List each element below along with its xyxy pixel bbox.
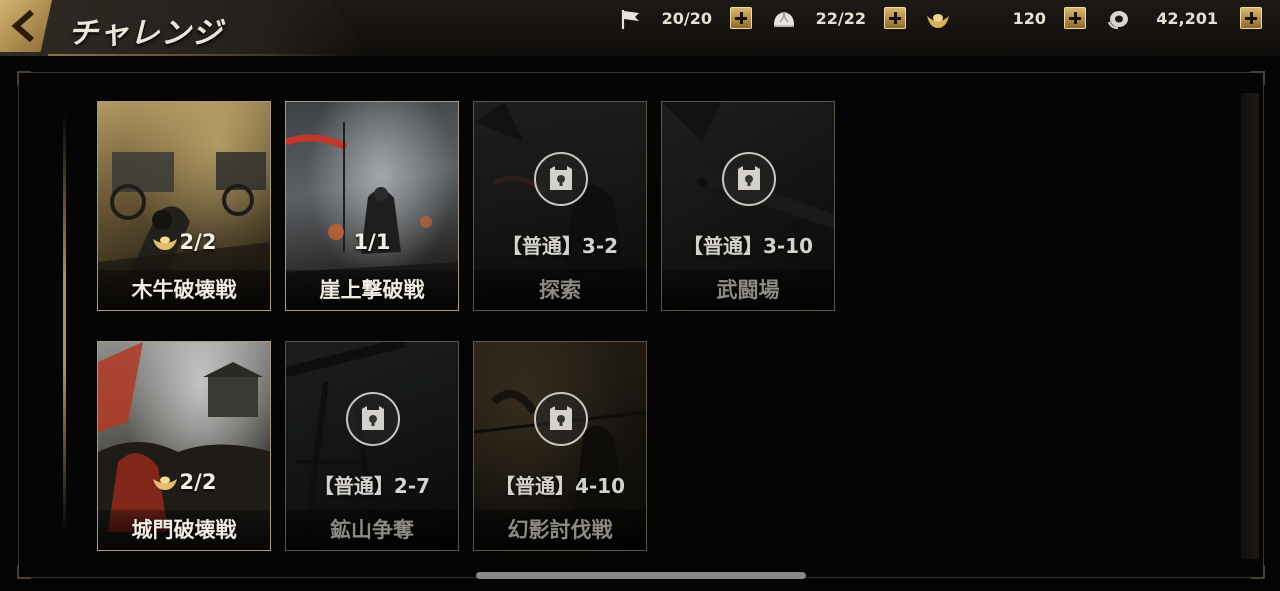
add-gold-button[interactable]: [1064, 7, 1086, 29]
gold-ingot-icon: [152, 236, 177, 250]
card-title: 崖上撃破戦: [319, 278, 425, 302]
lock-badge: [534, 152, 588, 206]
lock-icon: [550, 166, 572, 190]
card-title: 城門破壊戦: [131, 518, 237, 542]
silver-coin-icon: [1108, 11, 1128, 29]
lock-icon: [550, 406, 572, 430]
challenge-card-arena[interactable]: 【普通】3-10 武闘場: [661, 101, 835, 311]
panel-corner: [1251, 565, 1265, 579]
lock-icon: [738, 166, 760, 190]
gold-ingot-icon: [927, 14, 949, 28]
steamed-bun-icon: [774, 11, 794, 27]
resource-gold: 120: [924, 6, 1088, 32]
card-attempt-count: 2/2: [98, 230, 270, 254]
lock-badge: [346, 392, 400, 446]
page-title: チャレンジ: [68, 16, 223, 51]
resource-bun: 22/22: [772, 6, 908, 32]
panel-corner: [1251, 71, 1265, 85]
resource-coin: 42,201: [1104, 6, 1264, 32]
back-arrow-icon: [11, 10, 34, 42]
card-title: 探索: [539, 278, 581, 302]
decorative-gold-bar: [63, 113, 66, 533]
attempt-count-text: 1/1: [353, 230, 391, 254]
add-flag-button[interactable]: [730, 7, 752, 29]
gold-ingot-icon: [152, 476, 177, 490]
flag-icon: [621, 10, 639, 29]
card-title: 木牛破壊戦: [131, 278, 237, 302]
coin-value: 42,201: [1156, 9, 1218, 28]
challenge-card-mine-battle[interactable]: 【普通】2-7 鉱山争奪: [285, 341, 459, 551]
lock-badge: [722, 152, 776, 206]
add-coin-button[interactable]: [1240, 7, 1262, 29]
side-scroll-track: [1241, 93, 1259, 559]
card-title: 鉱山争奪: [330, 518, 414, 542]
unlock-requirement: 【普通】4-10: [494, 474, 626, 498]
challenge-card-phantom-hunt[interactable]: 【普通】4-10 幻影討伐戦: [473, 341, 647, 551]
panel-corner: [17, 71, 31, 85]
card-title: 武闘場: [716, 278, 780, 302]
card-attempt-count: 1/1: [286, 230, 458, 254]
unlock-requirement: 【普通】2-7: [313, 474, 431, 498]
lock-icon: [362, 406, 384, 430]
top-bar: チャレンジ 20/20 22/22 120 42,201: [0, 0, 1280, 56]
bun-value: 22/22: [815, 9, 866, 28]
card-attempt-count: 2/2: [98, 470, 270, 494]
challenge-card-castle-gate[interactable]: 2/2 城門破壊戦: [97, 341, 271, 551]
unlock-requirement: 【普通】3-2: [501, 234, 619, 258]
panel-corner: [17, 565, 31, 579]
challenge-card-wooden-ox[interactable]: 2/2 木牛破壊戦: [97, 101, 271, 311]
horizontal-scrollbar[interactable]: [476, 572, 806, 579]
add-bun-button[interactable]: [884, 7, 906, 29]
attempt-count-text: 2/2: [179, 230, 217, 254]
resource-flag: 20/20: [618, 6, 754, 32]
card-title: 幻影討伐戦: [507, 518, 613, 542]
challenge-card-exploration[interactable]: 【普通】3-2 探索: [473, 101, 647, 311]
gold-value: 120: [1012, 9, 1046, 28]
unlock-requirement: 【普通】3-10: [682, 234, 814, 258]
attempt-count-text: 2/2: [179, 470, 217, 494]
lock-badge: [534, 392, 588, 446]
challenge-card-cliff-battle[interactable]: 1/1 崖上撃破戦: [285, 101, 459, 311]
flag-value: 20/20: [661, 9, 712, 28]
